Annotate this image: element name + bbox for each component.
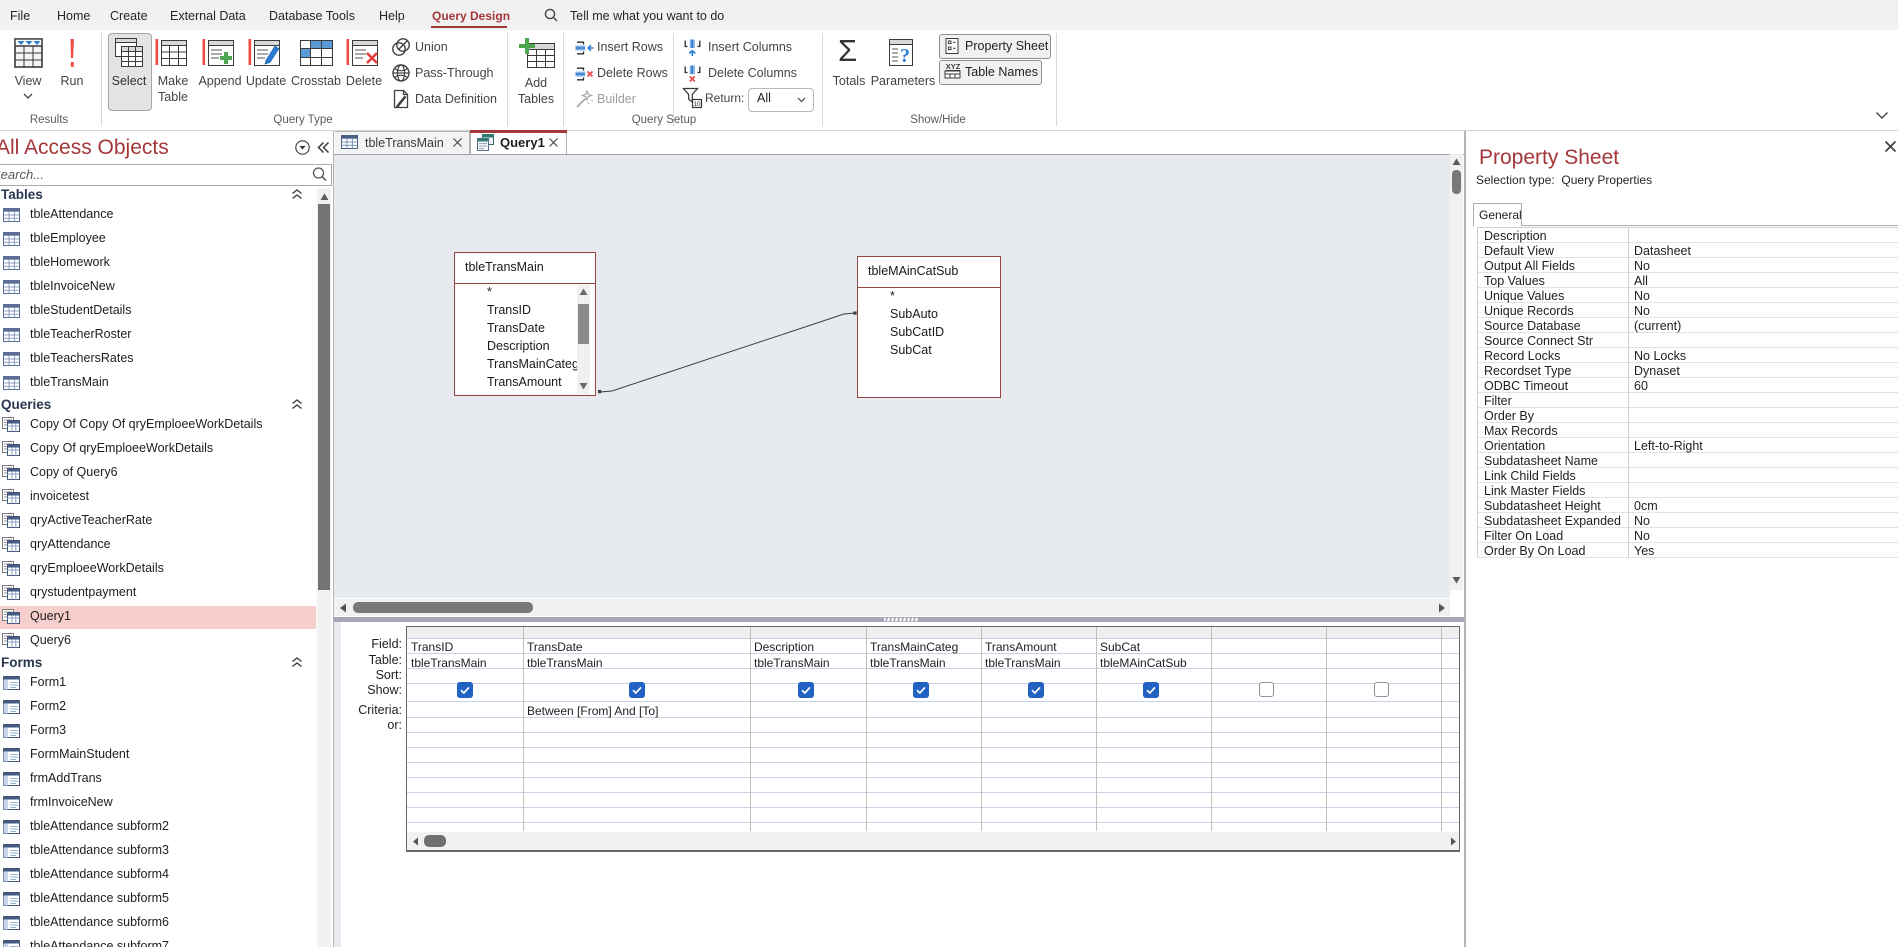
svg-text:?: ? xyxy=(900,45,910,67)
svg-text:XYZ: XYZ xyxy=(946,62,961,71)
svg-text:10: 10 xyxy=(693,101,701,108)
